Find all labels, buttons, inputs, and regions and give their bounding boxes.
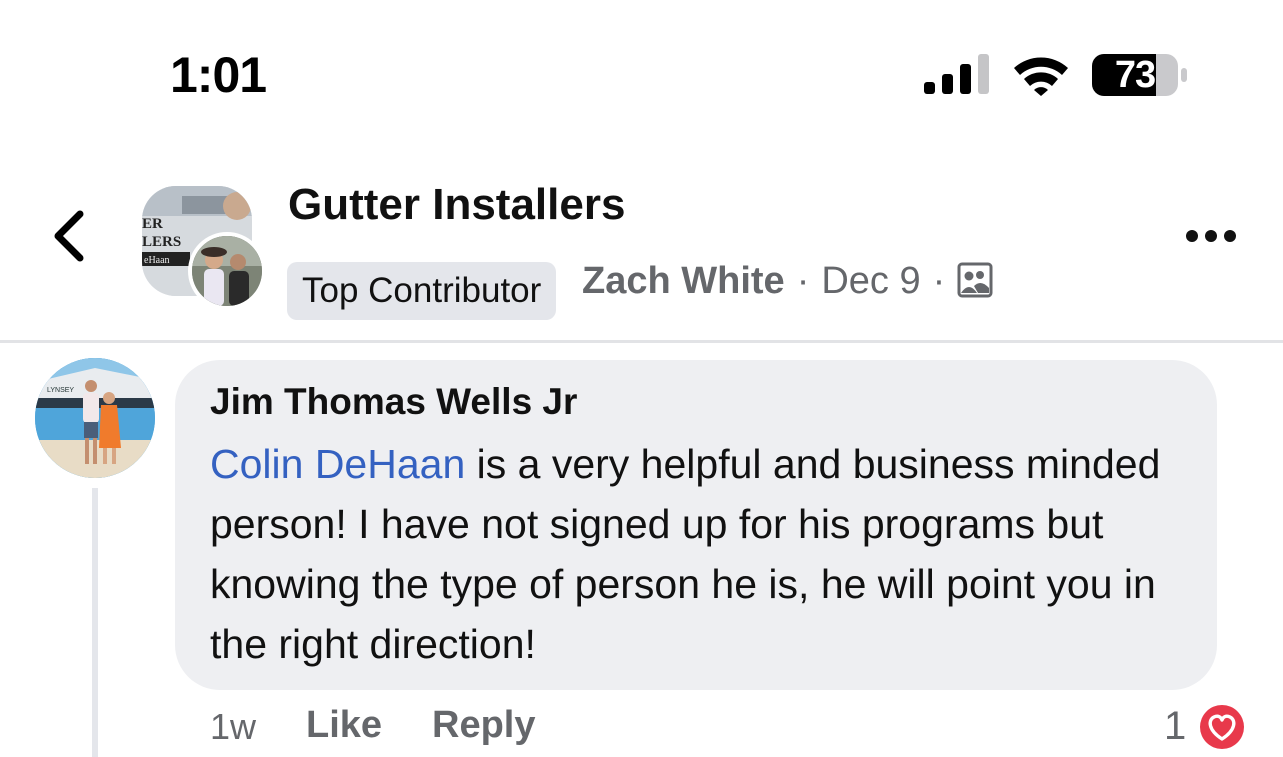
separator-dot: · — [932, 260, 946, 302]
author-photo — [192, 236, 262, 306]
signal-icon — [924, 54, 989, 94]
status-time: 1:01 — [170, 47, 267, 103]
wifi-icon — [1014, 57, 1068, 96]
thread-line — [92, 488, 98, 757]
boat-name: LYNSEY — [47, 387, 74, 394]
comment-age: 1w — [210, 706, 257, 747]
mention-link[interactable]: Colin DeHaan — [210, 441, 465, 487]
separator-dot: · — [796, 260, 810, 302]
commenter-name[interactable]: Jim Thomas Wells Jr — [210, 381, 577, 423]
heart-icon[interactable] — [1197, 702, 1247, 752]
like-button[interactable]: Like — [306, 704, 382, 747]
reply-button[interactable]: Reply — [432, 704, 535, 747]
group-logo-text-3: eHaan — [144, 255, 170, 266]
author-avatar[interactable] — [188, 232, 266, 310]
group-logo-text-1: ER — [142, 216, 163, 232]
reaction-count[interactable]: 1 — [1164, 704, 1186, 749]
post-author[interactable]: Zach White — [582, 260, 785, 302]
group-logo-text-2: LERS — [142, 234, 181, 250]
back-icon[interactable] — [50, 208, 90, 264]
audience-icon[interactable] — [957, 262, 993, 298]
group-name[interactable]: Gutter Installers — [288, 180, 625, 230]
post-date[interactable]: Dec 9 — [821, 260, 920, 302]
more-icon[interactable] — [1184, 224, 1238, 248]
comment-text: Colin DeHaan is a very helpful and busin… — [210, 434, 1200, 674]
battery-level: 73 — [1114, 54, 1156, 96]
header-divider — [0, 340, 1283, 343]
commenter-avatar[interactable]: LYNSEY — [35, 358, 155, 478]
top-contributor-badge: Top Contributor — [287, 262, 557, 320]
commenter-photo: LYNSEY — [35, 358, 155, 478]
post-meta: Zach White · Dec 9 · — [582, 258, 993, 304]
